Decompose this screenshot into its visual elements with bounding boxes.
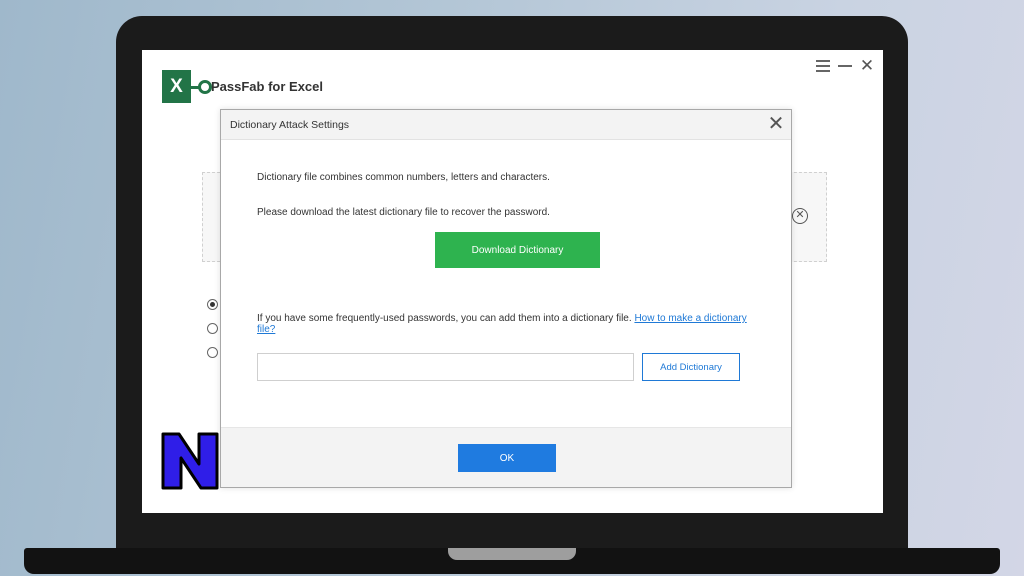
window-close-icon[interactable]: ✕: [859, 57, 875, 74]
add-dictionary-button[interactable]: Add Dictionary: [642, 353, 740, 381]
dialog-title: Dictionary Attack Settings: [230, 119, 350, 131]
minimize-icon[interactable]: [837, 58, 853, 74]
window-controls: ✕: [815, 57, 875, 74]
ok-button[interactable]: OK: [458, 444, 556, 472]
n-watermark-logo: [159, 430, 221, 492]
attack-option-radio-3[interactable]: [207, 347, 218, 358]
download-dictionary-button[interactable]: Download Dictionary: [435, 232, 600, 268]
hamburger-menu-icon[interactable]: [815, 58, 831, 74]
dialog-close-icon[interactable]: ✕: [765, 114, 787, 136]
remove-file-icon[interactable]: ✕: [792, 208, 808, 224]
dictionary-path-input[interactable]: [257, 353, 634, 381]
app-window: X PassFab for Excel ✕ ✕ Dictionary Attac…: [142, 50, 883, 513]
key-ring-icon: [198, 80, 212, 94]
dialog-header: Dictionary Attack Settings ✕: [221, 110, 791, 140]
dialog-footer: OK: [221, 427, 791, 487]
excel-logo-icon: X: [162, 70, 191, 103]
download-instruction-text: Please download the latest dictionary fi…: [257, 207, 550, 218]
dictionary-description-text: Dictionary file combines common numbers,…: [257, 172, 550, 183]
attack-option-radio-2[interactable]: [207, 323, 218, 334]
attack-option-radio-1[interactable]: [207, 299, 218, 310]
passfab-excel-logo: X: [162, 70, 212, 104]
custom-dictionary-text: If you have some frequently-used passwor…: [257, 313, 632, 324]
custom-dictionary-info: If you have some frequently-used passwor…: [257, 313, 767, 335]
dictionary-attack-dialog: Dictionary Attack Settings ✕ Dictionary …: [220, 109, 792, 488]
laptop-notch: [448, 548, 576, 560]
app-title: PassFab for Excel: [211, 79, 323, 94]
